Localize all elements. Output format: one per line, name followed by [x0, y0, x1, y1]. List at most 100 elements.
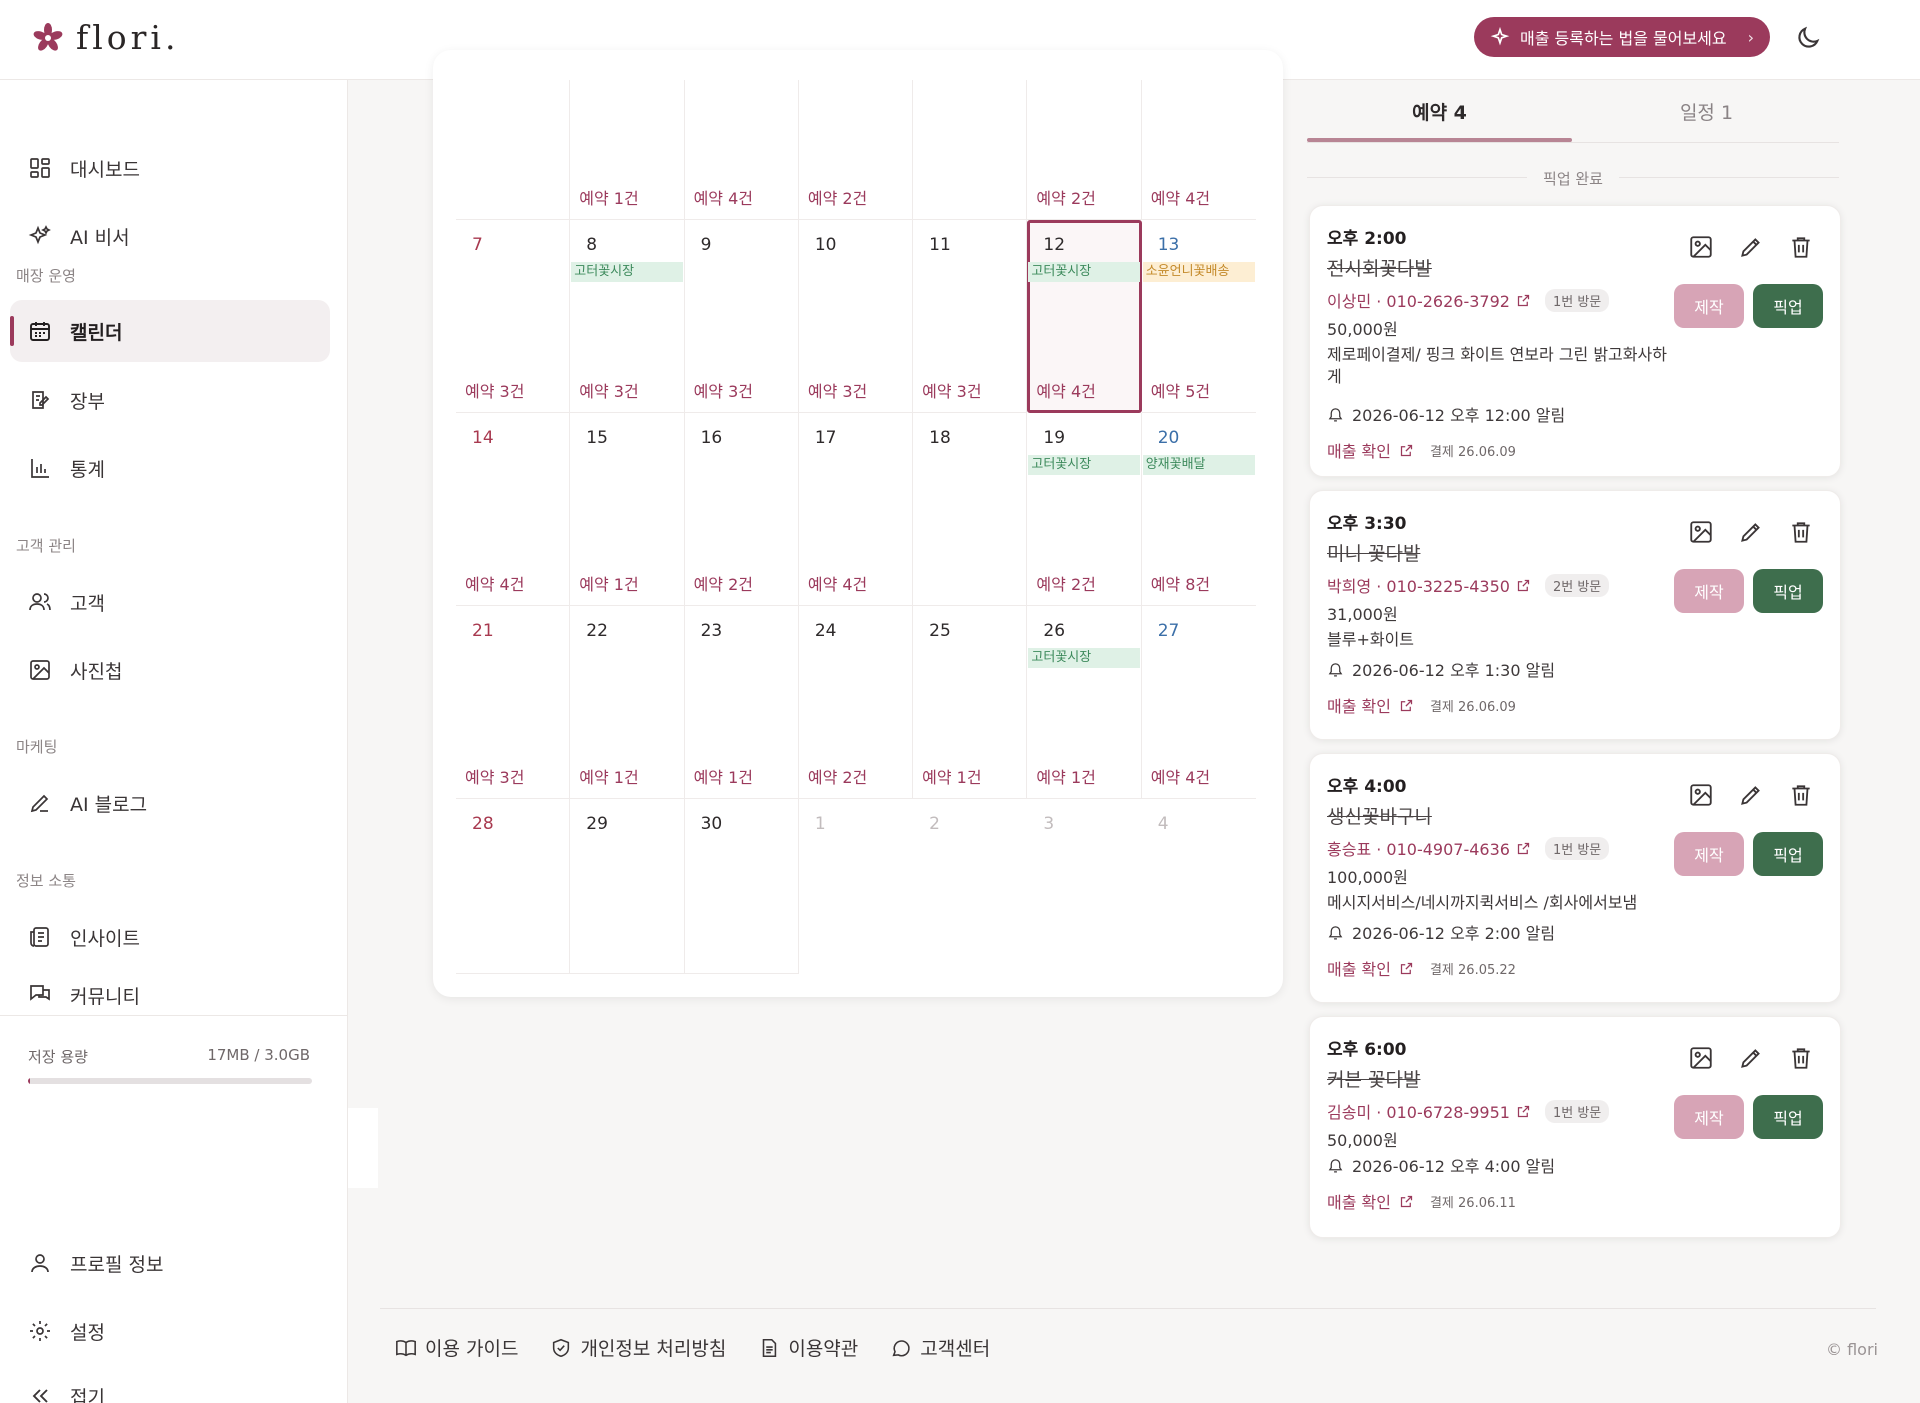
external-link-icon	[1517, 842, 1530, 854]
calendar-day[interactable]: 21 예약 3건	[456, 606, 571, 799]
sidebar-item-community[interactable]: 커뮤니티	[10, 974, 330, 1014]
customer-link[interactable]: 박희영 · 010-3225-4350 2번 방문	[1327, 573, 1610, 597]
photo-icon[interactable]	[1688, 782, 1714, 808]
sidebar-item-album[interactable]: 사진첩	[10, 639, 330, 701]
calendar-day[interactable]: 1	[799, 799, 913, 992]
sidebar-item-calendar[interactable]: 캘린더	[10, 300, 330, 362]
calendar-day[interactable]: 19 고터꽃시장 예약 2건	[1027, 413, 1142, 606]
schedule-chip[interactable]: 고터꽃시장	[1028, 455, 1140, 475]
sale-check-link[interactable]: 매출 확인 결제 26.06.09	[1327, 438, 1516, 462]
make-button[interactable]: 제작	[1674, 1095, 1744, 1139]
schedule-chip[interactable]: 고터꽃시장	[571, 262, 683, 282]
trash-icon[interactable]	[1788, 1045, 1814, 1071]
footer-link-terms[interactable]: 이용약관	[758, 1334, 858, 1361]
ai-assistant-prompt-button[interactable]: 매출 등록하는 법을 물어보세요 ›	[1474, 17, 1770, 57]
calendar-day[interactable]: 17 예약 4건	[798, 413, 914, 606]
calendar-day[interactable]: 15 예약 1건	[570, 413, 685, 606]
photo-icon[interactable]	[1688, 234, 1714, 260]
calendar-day[interactable]	[456, 80, 571, 220]
schedule-chip[interactable]: 고터꽃시장	[1028, 648, 1140, 668]
calendar-day[interactable]: 13 소윤언니꽃배송 예약 5건	[1141, 220, 1256, 413]
edit-icon[interactable]	[1738, 519, 1764, 545]
calendar-day[interactable]: 예약 2건	[798, 80, 914, 220]
customer-link[interactable]: 홍승표 · 010-4907-4636 1번 방문	[1327, 836, 1610, 860]
sale-check-link[interactable]: 매출 확인 결제 26.06.11	[1327, 1189, 1516, 1213]
calendar-day[interactable]: 23 예약 1건	[684, 606, 799, 799]
sidebar-item-profile[interactable]: 프로필 정보	[10, 1232, 330, 1294]
calendar-day[interactable]: 예약 4건	[1141, 80, 1256, 220]
sidebar-item-label: 사진첩	[70, 660, 123, 683]
customer-link[interactable]: 이상민 · 010-2626-3792 1번 방문	[1327, 288, 1610, 312]
calendar-day[interactable]: 18	[913, 413, 1028, 606]
edit-icon[interactable]	[1738, 782, 1764, 808]
footer-link-support[interactable]: 고객센터	[890, 1334, 990, 1361]
calendar-day[interactable]: 예약 1건	[570, 80, 685, 220]
calendar-day[interactable]: 22 예약 1건	[570, 606, 685, 799]
sidebar-item-ai-assistant[interactable]: AI 비서	[10, 205, 330, 267]
make-button[interactable]: 제작	[1674, 284, 1744, 328]
sidebar-item-label: 인사이트	[70, 927, 140, 950]
calendar-day[interactable]: 30	[684, 799, 799, 974]
trash-icon[interactable]	[1788, 782, 1814, 808]
pickup-button[interactable]: 픽업	[1753, 284, 1823, 328]
sidebar-item-dashboard[interactable]: 대시보드	[10, 137, 330, 199]
edit-icon[interactable]	[1738, 234, 1764, 260]
brand-logo[interactable]: flori.	[32, 18, 179, 57]
reservation-card[interactable]: 오후 4:00 생신꽃바구니 홍승표 · 010-4907-4636 1번 방문 100…	[1309, 753, 1841, 1003]
footer-link-guide[interactable]: 이용 가이드	[395, 1334, 518, 1361]
photo-icon[interactable]	[1688, 519, 1714, 545]
calendar-day[interactable]: 16 예약 2건	[684, 413, 799, 606]
schedule-chip[interactable]: 소윤언니꽃배송	[1142, 262, 1255, 282]
sidebar-item-customers[interactable]: 고객	[10, 571, 330, 633]
calendar-day[interactable]: 20 양재꽃배달 예약 8건	[1141, 413, 1256, 606]
trash-icon[interactable]	[1788, 519, 1814, 545]
sidebar-item-ai-blog[interactable]: AI 블로그	[10, 772, 330, 834]
alarm-text: 2026-06-12 오후 4:00 알림	[1352, 1157, 1556, 1176]
calendar-day[interactable]: 29	[570, 799, 685, 974]
sale-check-link[interactable]: 매출 확인 결제 26.06.09	[1327, 693, 1516, 717]
calendar-day[interactable]: 3	[1027, 799, 1141, 992]
make-button[interactable]: 제작	[1674, 832, 1744, 876]
day-number: 12	[1043, 235, 1066, 255]
edit-icon[interactable]	[1738, 1045, 1764, 1071]
schedule-chip[interactable]: 고터꽃시장	[1028, 262, 1140, 282]
calendar-day[interactable]	[913, 80, 1028, 220]
sidebar-item-stats[interactable]: 통계	[10, 437, 330, 499]
pickup-button[interactable]: 픽업	[1753, 832, 1823, 876]
calendar-day[interactable]: 14 예약 4건	[456, 413, 571, 606]
dark-mode-toggle-icon[interactable]	[1794, 24, 1822, 52]
calendar-day[interactable]: 27 예약 4건	[1141, 606, 1256, 799]
calendar-day[interactable]: 7 예약 3건	[456, 220, 571, 413]
calendar-day[interactable]: 8 고터꽃시장 예약 3건	[570, 220, 685, 413]
calendar-day[interactable]: 9 예약 3건	[684, 220, 799, 413]
tab-schedule[interactable]: 일정 1	[1574, 98, 1839, 125]
calendar-day[interactable]: 26 고터꽃시장 예약 1건	[1027, 606, 1142, 799]
sidebar-item-insight[interactable]: 인사이트	[10, 906, 330, 968]
customer-link[interactable]: 김송미 · 010-6728-9951 1번 방문	[1327, 1099, 1610, 1123]
photo-icon[interactable]	[1688, 1045, 1714, 1071]
reservation-card[interactable]: 오후 3:30 미니 꽃다발 박희영 · 010-3225-4350 2번 방문 31,…	[1309, 490, 1841, 740]
calendar-day[interactable]: 25 예약 1건	[913, 606, 1028, 799]
pickup-button[interactable]: 픽업	[1753, 569, 1823, 613]
reservation-card[interactable]: 오후 2:00 전시회꽃다발 이상민 · 010-2626-3792 1번 방문 50,…	[1309, 205, 1841, 477]
trash-icon[interactable]	[1788, 234, 1814, 260]
footer-link-privacy[interactable]: 개인정보 처리방침	[550, 1334, 726, 1361]
schedule-chip[interactable]: 양재꽃배달	[1142, 455, 1255, 475]
pickup-button[interactable]: 픽업	[1753, 1095, 1823, 1139]
calendar-day[interactable]: 4	[1142, 799, 1256, 992]
calendar-day[interactable]: 2	[913, 799, 1027, 992]
calendar-day-selected[interactable]: 12 고터꽃시장 예약 4건	[1027, 220, 1142, 413]
calendar-day[interactable]: 28	[456, 799, 571, 974]
sidebar-collapse-button[interactable]: 접기	[10, 1365, 330, 1403]
sidebar-item-ledger[interactable]: 장부	[10, 369, 330, 431]
sale-check-link[interactable]: 매출 확인 결제 26.05.22	[1327, 956, 1516, 980]
sidebar-item-settings[interactable]: 설정	[10, 1300, 330, 1362]
tab-reservations[interactable]: 예약 4	[1307, 98, 1572, 125]
make-button[interactable]: 제작	[1674, 569, 1744, 613]
calendar-day[interactable]: 10 예약 3건	[798, 220, 914, 413]
calendar-day[interactable]: 예약 2건	[1027, 80, 1142, 220]
reservation-card[interactable]: 오후 6:00 커븐 꽃다발 김송미 · 010-6728-9951 1번 방문 50,…	[1309, 1016, 1841, 1238]
calendar-day[interactable]: 11 예약 3건	[913, 220, 1028, 413]
calendar-day[interactable]: 24 예약 2건	[798, 606, 914, 799]
calendar-day[interactable]: 예약 4건	[684, 80, 799, 220]
